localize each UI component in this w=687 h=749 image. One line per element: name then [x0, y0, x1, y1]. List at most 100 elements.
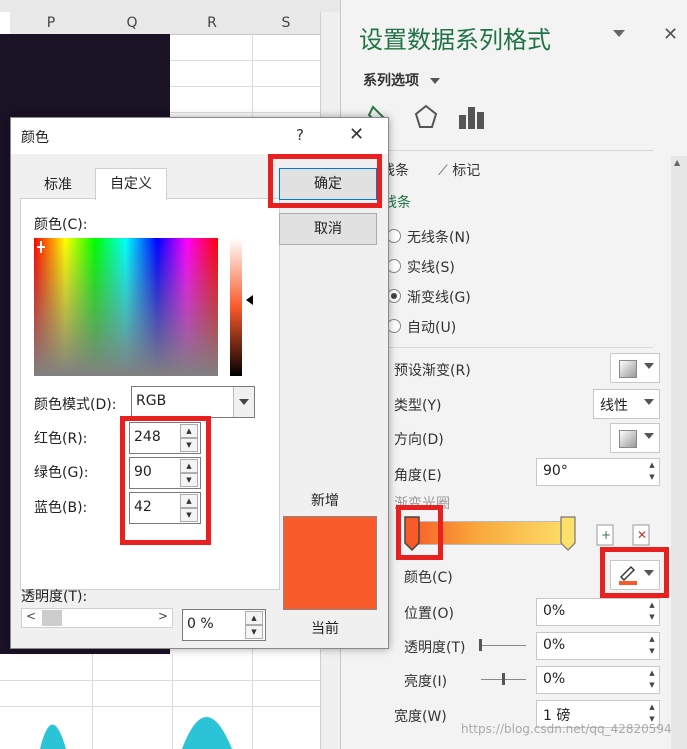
- transparency-slider[interactable]: [481, 645, 526, 646]
- position-label: 位置(O): [404, 606, 454, 622]
- radio-label: 无线条(N): [407, 230, 471, 246]
- scroll-up-icon[interactable]: ▲: [674, 158, 680, 167]
- transparency-input[interactable]: 0 % ▲ ▼: [182, 609, 266, 641]
- new-color-label: 新增: [311, 493, 339, 509]
- radio-label: 渐变线(G): [407, 290, 471, 306]
- divider: [353, 150, 653, 151]
- angle-input[interactable]: 90° ▲ ▼: [536, 458, 660, 486]
- cancel-button[interactable]: 取消: [279, 213, 377, 245]
- brightness-label: 亮度(I): [404, 674, 448, 690]
- width-label: 宽度(W): [394, 709, 447, 725]
- pane-close-icon[interactable]: ✕: [663, 24, 678, 45]
- colors-label: 颜色(C):: [34, 217, 88, 233]
- preset-gradient-label: 预设渐变(R): [394, 363, 471, 379]
- radio-label: 实线(S): [407, 260, 455, 276]
- color-model-value: RGB: [136, 393, 167, 409]
- dialog-titlebar[interactable]: 颜色 ? ✕: [11, 118, 388, 154]
- new-color-preview: [283, 516, 377, 610]
- remove-gradient-stop-icon[interactable]: ✕: [629, 521, 653, 547]
- scroll-left-icon[interactable]: <: [26, 609, 36, 623]
- color-label: 颜色(C): [404, 570, 453, 586]
- spin-up-icon[interactable]: ▲: [245, 611, 263, 625]
- highlight-box: [396, 505, 443, 560]
- dialog-title: 颜色: [21, 130, 49, 146]
- radio-button[interactable]: [387, 229, 401, 243]
- transparency-value: 0 %: [187, 616, 214, 632]
- radio-button-selected[interactable]: [387, 289, 401, 303]
- highlight-box: [600, 547, 669, 598]
- gradient-swatch-icon: [619, 360, 637, 378]
- add-gradient-stop-icon[interactable]: +: [593, 521, 617, 547]
- close-icon[interactable]: ✕: [349, 124, 364, 145]
- column-header-s[interactable]: S: [252, 12, 321, 35]
- marker-icon: ⟋: [438, 163, 448, 179]
- spin-arrows-icon[interactable]: ▲ ▼: [645, 633, 659, 659]
- dialog-body: 标准 自定义 颜色(C): 颜色模式(D): RGB 红色(R): 248 ▲ …: [11, 154, 388, 648]
- brightness-value: 0%: [543, 671, 566, 687]
- effects-icon[interactable]: [413, 103, 439, 131]
- red-label: 红色(R):: [34, 431, 88, 447]
- position-input[interactable]: 0% ▲ ▼: [536, 598, 660, 626]
- chevron-down-icon: [239, 399, 249, 405]
- sheet-top-strip: [0, 0, 340, 12]
- tab-standard[interactable]: 标准: [23, 172, 93, 199]
- color-dialog: 颜色 ? ✕ 标准 自定义 颜色(C): 颜色模式(D): RGB 红色(R):…: [10, 117, 389, 649]
- type-value: 线性: [600, 398, 628, 414]
- direction-dropdown[interactable]: [610, 423, 660, 453]
- grid-line: [170, 112, 340, 113]
- help-icon[interactable]: ?: [296, 126, 304, 144]
- crosshair-icon: [37, 241, 45, 253]
- highlight-box: [120, 416, 211, 545]
- svg-text:✕: ✕: [637, 528, 647, 542]
- transparency-value: 0%: [543, 637, 566, 653]
- blue-label: 蓝色(B):: [34, 500, 88, 516]
- preset-gradient-dropdown[interactable]: [610, 353, 660, 383]
- brightness-input[interactable]: 0% ▲ ▼: [536, 666, 660, 694]
- svg-text:+: +: [601, 528, 611, 542]
- brightness-slider-thumb[interactable]: [502, 673, 505, 685]
- green-label: 绿色(G):: [34, 465, 89, 481]
- gradient-stop[interactable]: [559, 515, 579, 553]
- color-spectrum[interactable]: [34, 238, 218, 376]
- radio-button[interactable]: [387, 319, 401, 333]
- series-options-icon[interactable]: [457, 103, 485, 131]
- spin-down-icon[interactable]: ▼: [245, 625, 263, 639]
- pane-options-dropdown-icon[interactable]: [613, 30, 625, 37]
- chevron-down-icon: [644, 399, 654, 405]
- chevron-down-icon: [429, 78, 440, 84]
- luminance-pointer-icon[interactable]: [246, 295, 253, 305]
- transparency-slider-thumb[interactable]: [479, 639, 482, 651]
- series-options-menu[interactable]: 系列选项: [363, 70, 440, 90]
- column-header-r[interactable]: R: [172, 12, 253, 35]
- color-model-select[interactable]: RGB: [131, 386, 255, 418]
- format-data-series-pane: 设置数据系列格式 ✕ 系列选项 线条 ⟋ 标记 线条 无线条(N) 实线(S) …: [340, 0, 687, 749]
- grid-line: [170, 86, 340, 87]
- divider: [353, 347, 653, 348]
- column-header-q[interactable]: Q: [92, 12, 173, 35]
- spin-arrows-icon[interactable]: ▲ ▼: [645, 459, 659, 485]
- tab-custom[interactable]: 自定义: [95, 168, 167, 200]
- radio-label: 自动(U): [407, 320, 457, 336]
- type-dropdown[interactable]: 线性: [593, 389, 660, 419]
- pane-title: 设置数据系列格式: [359, 26, 551, 54]
- radio-button[interactable]: [387, 259, 401, 273]
- angle-value: 90°: [543, 463, 568, 479]
- color-model-label: 颜色模式(D):: [34, 397, 117, 413]
- column-header-p[interactable]: P: [10, 12, 93, 35]
- spin-arrows-icon[interactable]: ▲ ▼: [645, 599, 659, 625]
- dropdown-button[interactable]: [233, 387, 254, 417]
- grid-line: [0, 680, 320, 681]
- luminance-slider[interactable]: [230, 238, 242, 376]
- spin-arrows-icon[interactable]: ▲ ▼: [645, 667, 659, 693]
- pane-scrollbar[interactable]: ▲: [671, 156, 687, 749]
- tab-marker-label: 标记: [452, 163, 481, 179]
- transparency-input[interactable]: 0% ▲ ▼: [536, 632, 660, 660]
- scroll-right-icon[interactable]: >: [158, 609, 168, 623]
- direction-label: 方向(D): [394, 432, 444, 448]
- type-label: 类型(Y): [394, 398, 442, 414]
- tab-marker[interactable]: ⟋ 标记: [438, 160, 480, 180]
- transparency-label: 透明度(T): [404, 640, 466, 656]
- slider-thumb[interactable]: [42, 610, 62, 626]
- direction-swatch-icon: [619, 430, 637, 448]
- transparency-slider[interactable]: < >: [21, 608, 173, 628]
